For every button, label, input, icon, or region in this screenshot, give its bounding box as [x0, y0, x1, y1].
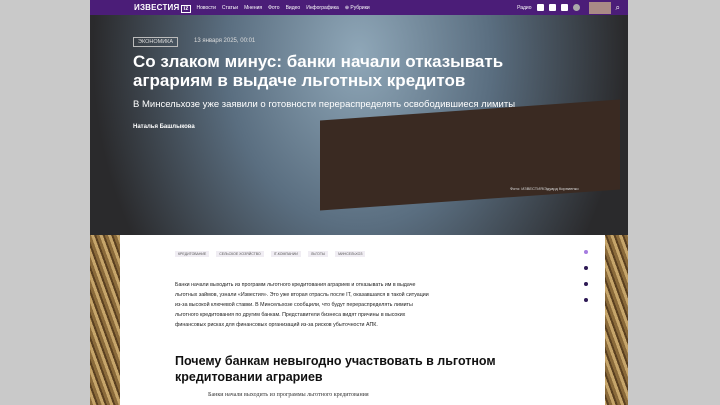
app-icon[interactable]: [536, 4, 544, 11]
nav-news[interactable]: Новости: [197, 5, 216, 11]
weather-widget[interactable]: [588, 1, 611, 14]
share-dots: [584, 250, 588, 302]
nav-infographics[interactable]: Инфографика: [306, 5, 339, 11]
nav-photo[interactable]: Фото: [268, 5, 280, 11]
grain-truck: [320, 99, 620, 211]
share-button[interactable]: [584, 282, 588, 286]
tag[interactable]: ЛЬГОТЫ: [307, 251, 329, 257]
paragraph: Банки начали выходить из программ льготн…: [175, 282, 429, 328]
nav-articles[interactable]: Статьи: [222, 5, 238, 11]
article-lead: В Минсельхозе уже заявили о готовности п…: [133, 99, 516, 110]
share-button[interactable]: [584, 250, 588, 254]
author[interactable]: Наталья Башлыкова: [133, 124, 195, 130]
tag[interactable]: IT-КОМПАНИИ: [270, 251, 301, 257]
tag[interactable]: МИНСЕЛЬХОЗ: [335, 251, 366, 257]
search-icon[interactable]: ⌕: [616, 3, 620, 13]
logo[interactable]: ИЗВЕСТИЯ iz: [134, 3, 191, 13]
nav-rubrics[interactable]: ⊕ Рубрики: [345, 5, 370, 11]
top-nav: ИЗВЕСТИЯ iz Новости Статьи Мнения Фото Ви…: [90, 0, 628, 15]
tag[interactable]: СЕЛЬСКОЕ ХОЗЯЙСТВО: [216, 251, 264, 257]
radio-button[interactable]: Радио: [517, 5, 531, 11]
article-body: КРЕДИТОВАНИЕ СЕЛЬСКОЕ ХОЗЯЙСТВО IT-КОМПА…: [120, 235, 605, 405]
subheading: Почему банкам невыгодно участвовать в ль…: [175, 354, 496, 384]
nav-video[interactable]: Видео: [286, 5, 301, 11]
accessibility-icon[interactable]: [572, 4, 580, 11]
photo-credit: Фото: ИЗВЕСТИЯ/Эдуард Корниенко: [510, 186, 579, 191]
rubric-tag[interactable]: ЭКОНОМИКА: [133, 37, 179, 47]
share-button[interactable]: [584, 298, 588, 302]
paragraph: Банки начали выходить из программы льгот…: [208, 392, 369, 398]
tag[interactable]: КРЕДИТОВАНИЕ: [175, 251, 210, 257]
nav-opinions[interactable]: Мнения: [244, 5, 262, 11]
article-title: Со злаком минус: банки начали отказывать…: [133, 52, 504, 90]
publish-date: 13 января 2025, 00:01: [194, 38, 256, 44]
site: ИЗВЕСТИЯ iz Новости Статьи Мнения Фото Ви…: [90, 0, 628, 405]
share-button[interactable]: [584, 266, 588, 270]
app-icon[interactable]: [548, 4, 556, 11]
app-icon[interactable]: [560, 4, 568, 11]
